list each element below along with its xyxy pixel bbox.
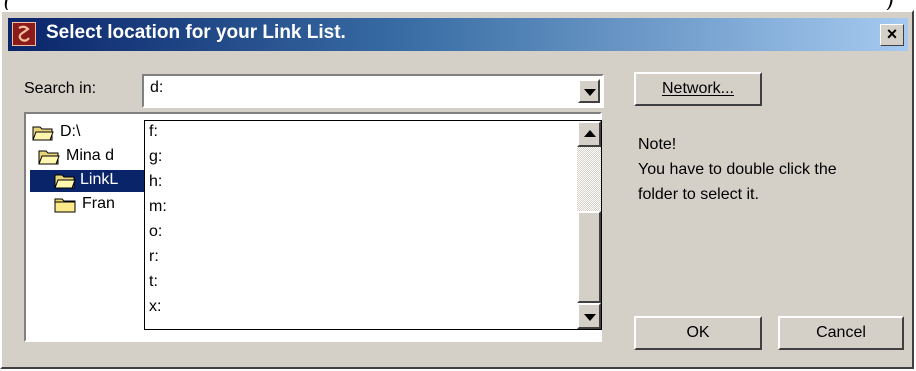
dropdown-option[interactable]: x: bbox=[149, 298, 161, 316]
tree-item-label: Fran bbox=[82, 195, 115, 212]
tree-item-linklist[interactable]: LinkL bbox=[30, 170, 146, 192]
app-icon[interactable] bbox=[12, 22, 36, 46]
scroll-down-button[interactable] bbox=[577, 303, 601, 329]
dropdown-option[interactable]: o: bbox=[149, 223, 162, 241]
tree-item-label: LinkL bbox=[78, 171, 121, 189]
scrollbar-track[interactable] bbox=[577, 147, 601, 211]
note-heading: Note! bbox=[638, 136, 677, 153]
dropdown-option[interactable]: g: bbox=[149, 148, 162, 166]
network-button-label: Network... bbox=[661, 80, 734, 97]
note-text: Note! You have to double click the folde… bbox=[638, 132, 837, 207]
dropdown-option[interactable]: m: bbox=[149, 198, 167, 216]
select-location-dialog: Select location for your Link List. × Se… bbox=[0, 10, 914, 369]
dropdown-option[interactable]: r: bbox=[149, 248, 159, 266]
combo-dropdown-button[interactable] bbox=[578, 79, 600, 103]
cancel-button-label: Cancel bbox=[816, 324, 866, 341]
dropdown-option[interactable]: f: bbox=[149, 123, 158, 141]
chevron-down-icon bbox=[584, 89, 596, 96]
dropdown-option[interactable]: t: bbox=[149, 273, 158, 291]
chevron-down-icon bbox=[584, 314, 596, 321]
close-icon: × bbox=[886, 24, 898, 44]
dropdown-scrollbar[interactable] bbox=[577, 121, 601, 329]
folder-icon bbox=[54, 198, 76, 213]
close-button[interactable]: × bbox=[880, 24, 904, 46]
network-button[interactable]: Network... bbox=[634, 72, 762, 106]
search-in-value: d: bbox=[150, 79, 164, 96]
open-folder-icon bbox=[54, 174, 76, 189]
chevron-up-icon bbox=[584, 130, 596, 137]
note-line-1: You have to double click the bbox=[638, 161, 837, 178]
open-folder-icon bbox=[32, 126, 54, 141]
open-folder-icon bbox=[38, 150, 60, 165]
ok-button[interactable]: OK bbox=[634, 316, 762, 350]
title-bar[interactable]: Select location for your Link List. × bbox=[8, 18, 908, 51]
scroll-up-button[interactable] bbox=[577, 121, 601, 147]
cancel-button[interactable]: Cancel bbox=[778, 316, 904, 350]
search-in-combobox[interactable]: d: bbox=[142, 74, 604, 108]
ok-button-label: OK bbox=[686, 324, 710, 341]
tree-item-label: Mina d bbox=[66, 147, 115, 164]
tree-item-label: D:\ bbox=[60, 123, 81, 140]
note-line-2: folder to select it. bbox=[638, 186, 759, 203]
search-in-label: Search in: bbox=[24, 80, 97, 97]
window-title: Select location for your Link List. bbox=[46, 22, 346, 43]
dropdown-option[interactable]: h: bbox=[149, 173, 162, 191]
scrollbar-thumb[interactable] bbox=[577, 211, 601, 303]
drive-dropdown-list[interactable]: f: g: h: m: o: r: t: x: bbox=[144, 120, 602, 330]
